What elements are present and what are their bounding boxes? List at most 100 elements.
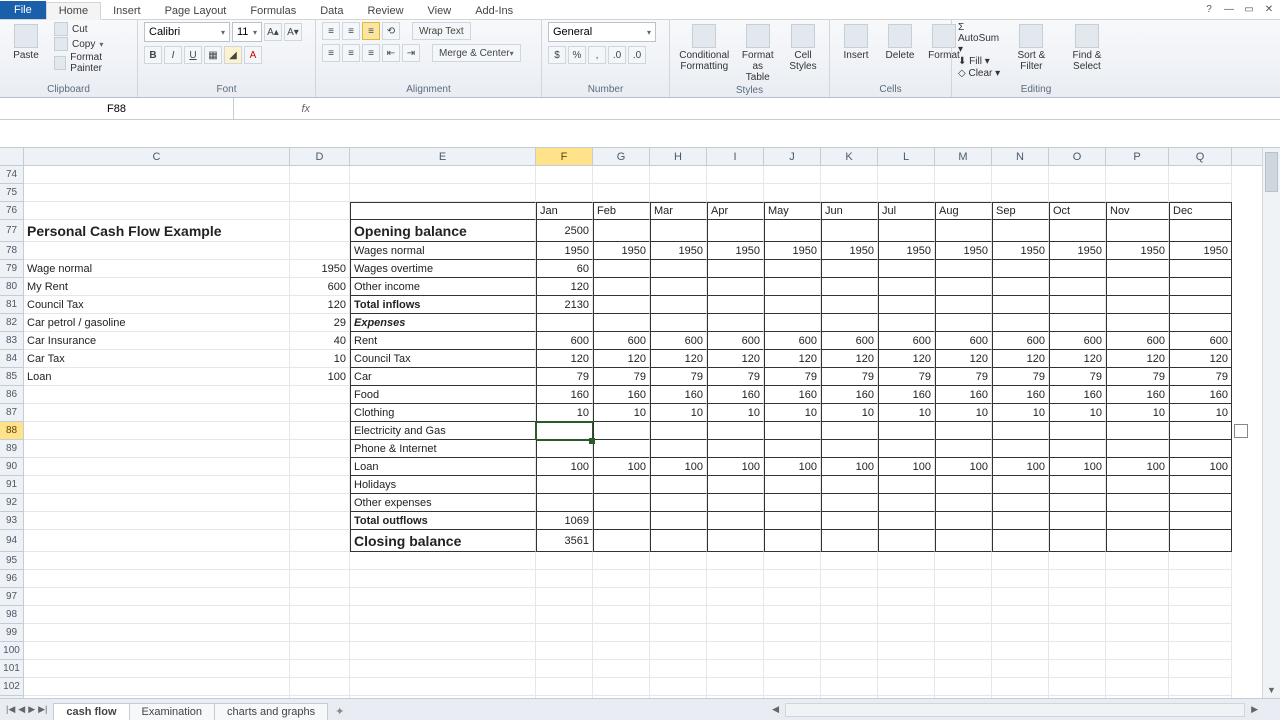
cell-N95[interactable] xyxy=(992,552,1049,570)
cell-P82[interactable] xyxy=(1106,314,1169,332)
row-header-85[interactable]: 85 xyxy=(0,368,23,386)
cell-I102[interactable] xyxy=(707,678,764,696)
cell-G74[interactable] xyxy=(593,166,650,184)
percent-format-button[interactable]: % xyxy=(568,46,586,64)
cell-J102[interactable] xyxy=(764,678,821,696)
cell-F97[interactable] xyxy=(536,588,593,606)
cell-O98[interactable] xyxy=(1049,606,1106,624)
cell-E75[interactable] xyxy=(350,184,536,202)
cell-L98[interactable] xyxy=(878,606,935,624)
row-header-79[interactable]: 79 xyxy=(0,260,23,278)
cell-F96[interactable] xyxy=(536,570,593,588)
cell-F86[interactable]: 160 xyxy=(536,386,593,404)
cell-J75[interactable] xyxy=(764,184,821,202)
cell-H74[interactable] xyxy=(650,166,707,184)
cell-O94[interactable] xyxy=(1049,530,1106,552)
cell-E82[interactable]: Expenses xyxy=(350,314,536,332)
align-right-button[interactable]: ≡ xyxy=(362,44,380,62)
cell-Q88[interactable] xyxy=(1169,422,1232,440)
cell-F84[interactable]: 120 xyxy=(536,350,593,368)
cell-G89[interactable] xyxy=(593,440,650,458)
cell-C87[interactable] xyxy=(24,404,290,422)
cell-G91[interactable] xyxy=(593,476,650,494)
col-header-M[interactable]: M xyxy=(935,148,992,165)
cell-C84[interactable]: Car Tax xyxy=(24,350,290,368)
cell-C88[interactable] xyxy=(24,422,290,440)
cell-D75[interactable] xyxy=(290,184,350,202)
border-button[interactable]: ▦ xyxy=(204,46,222,64)
cell-J103[interactable] xyxy=(764,696,821,698)
orientation-button[interactable]: ⟲ xyxy=(382,22,400,40)
cell-C97[interactable] xyxy=(24,588,290,606)
cell-F74[interactable] xyxy=(536,166,593,184)
cell-O99[interactable] xyxy=(1049,624,1106,642)
cell-N85[interactable]: 79 xyxy=(992,368,1049,386)
cell-N92[interactable] xyxy=(992,494,1049,512)
cell-H86[interactable]: 160 xyxy=(650,386,707,404)
row-header-75[interactable]: 75 xyxy=(0,184,23,202)
cell-J78[interactable]: 1950 xyxy=(764,242,821,260)
cell-P96[interactable] xyxy=(1106,570,1169,588)
cell-O86[interactable]: 160 xyxy=(1049,386,1106,404)
cell-J87[interactable]: 10 xyxy=(764,404,821,422)
cell-C82[interactable]: Car petrol / gasoline xyxy=(24,314,290,332)
col-header-D[interactable]: D xyxy=(290,148,350,165)
cell-J98[interactable] xyxy=(764,606,821,624)
cell-E77[interactable]: Opening balance xyxy=(350,220,536,242)
cut-button[interactable]: Cut xyxy=(50,22,131,36)
cell-G93[interactable] xyxy=(593,512,650,530)
row-header-82[interactable]: 82 xyxy=(0,314,23,332)
cell-N90[interactable]: 100 xyxy=(992,458,1049,476)
cell-K85[interactable]: 79 xyxy=(821,368,878,386)
cell-Q98[interactable] xyxy=(1169,606,1232,624)
cell-O79[interactable] xyxy=(1049,260,1106,278)
cell-J92[interactable] xyxy=(764,494,821,512)
cell-Q94[interactable] xyxy=(1169,530,1232,552)
format-painter-button[interactable]: Format Painter xyxy=(50,52,131,74)
restore-icon[interactable]: ▭ xyxy=(1242,2,1256,16)
cell-J82[interactable] xyxy=(764,314,821,332)
cell-J99[interactable] xyxy=(764,624,821,642)
cell-H89[interactable] xyxy=(650,440,707,458)
col-header-P[interactable]: P xyxy=(1106,148,1169,165)
scroll-down-icon[interactable]: ▼ xyxy=(1263,682,1280,698)
row-headers[interactable]: 7475767778798081828384858687888990919293… xyxy=(0,166,24,698)
cell-D91[interactable] xyxy=(290,476,350,494)
cell-L91[interactable] xyxy=(878,476,935,494)
row-header-91[interactable]: 91 xyxy=(0,476,23,494)
cell-I96[interactable] xyxy=(707,570,764,588)
cell-Q103[interactable] xyxy=(1169,696,1232,698)
cell-N88[interactable] xyxy=(992,422,1049,440)
col-header-K[interactable]: K xyxy=(821,148,878,165)
cell-H93[interactable] xyxy=(650,512,707,530)
italic-button[interactable]: I xyxy=(164,46,182,64)
cell-P80[interactable] xyxy=(1106,278,1169,296)
cell-E92[interactable]: Other expenses xyxy=(350,494,536,512)
cell-O96[interactable] xyxy=(1049,570,1106,588)
new-sheet-button[interactable]: ✦ xyxy=(327,703,352,720)
cell-L78[interactable]: 1950 xyxy=(878,242,935,260)
cell-E98[interactable] xyxy=(350,606,536,624)
cell-N74[interactable] xyxy=(992,166,1049,184)
cell-K78[interactable]: 1950 xyxy=(821,242,878,260)
cell-I89[interactable] xyxy=(707,440,764,458)
cell-Q83[interactable]: 600 xyxy=(1169,332,1232,350)
format-as-table-button[interactable]: Format as Table xyxy=(737,22,779,85)
cell-Q78[interactable]: 1950 xyxy=(1169,242,1232,260)
cell-J94[interactable] xyxy=(764,530,821,552)
row-header-89[interactable]: 89 xyxy=(0,440,23,458)
row-header-100[interactable]: 100 xyxy=(0,642,23,660)
cell-O76[interactable]: Oct xyxy=(1049,202,1106,220)
col-header-F[interactable]: F xyxy=(536,148,593,165)
tab-page-layout[interactable]: Page Layout xyxy=(153,3,239,19)
align-bottom-button[interactable]: ≡ xyxy=(362,22,380,40)
cell-J89[interactable] xyxy=(764,440,821,458)
row-header-74[interactable]: 74 xyxy=(0,166,23,184)
cell-I77[interactable] xyxy=(707,220,764,242)
bold-button[interactable]: B xyxy=(144,46,162,64)
cell-F98[interactable] xyxy=(536,606,593,624)
cell-Q79[interactable] xyxy=(1169,260,1232,278)
cell-J79[interactable] xyxy=(764,260,821,278)
cell-J97[interactable] xyxy=(764,588,821,606)
cell-Q75[interactable] xyxy=(1169,184,1232,202)
